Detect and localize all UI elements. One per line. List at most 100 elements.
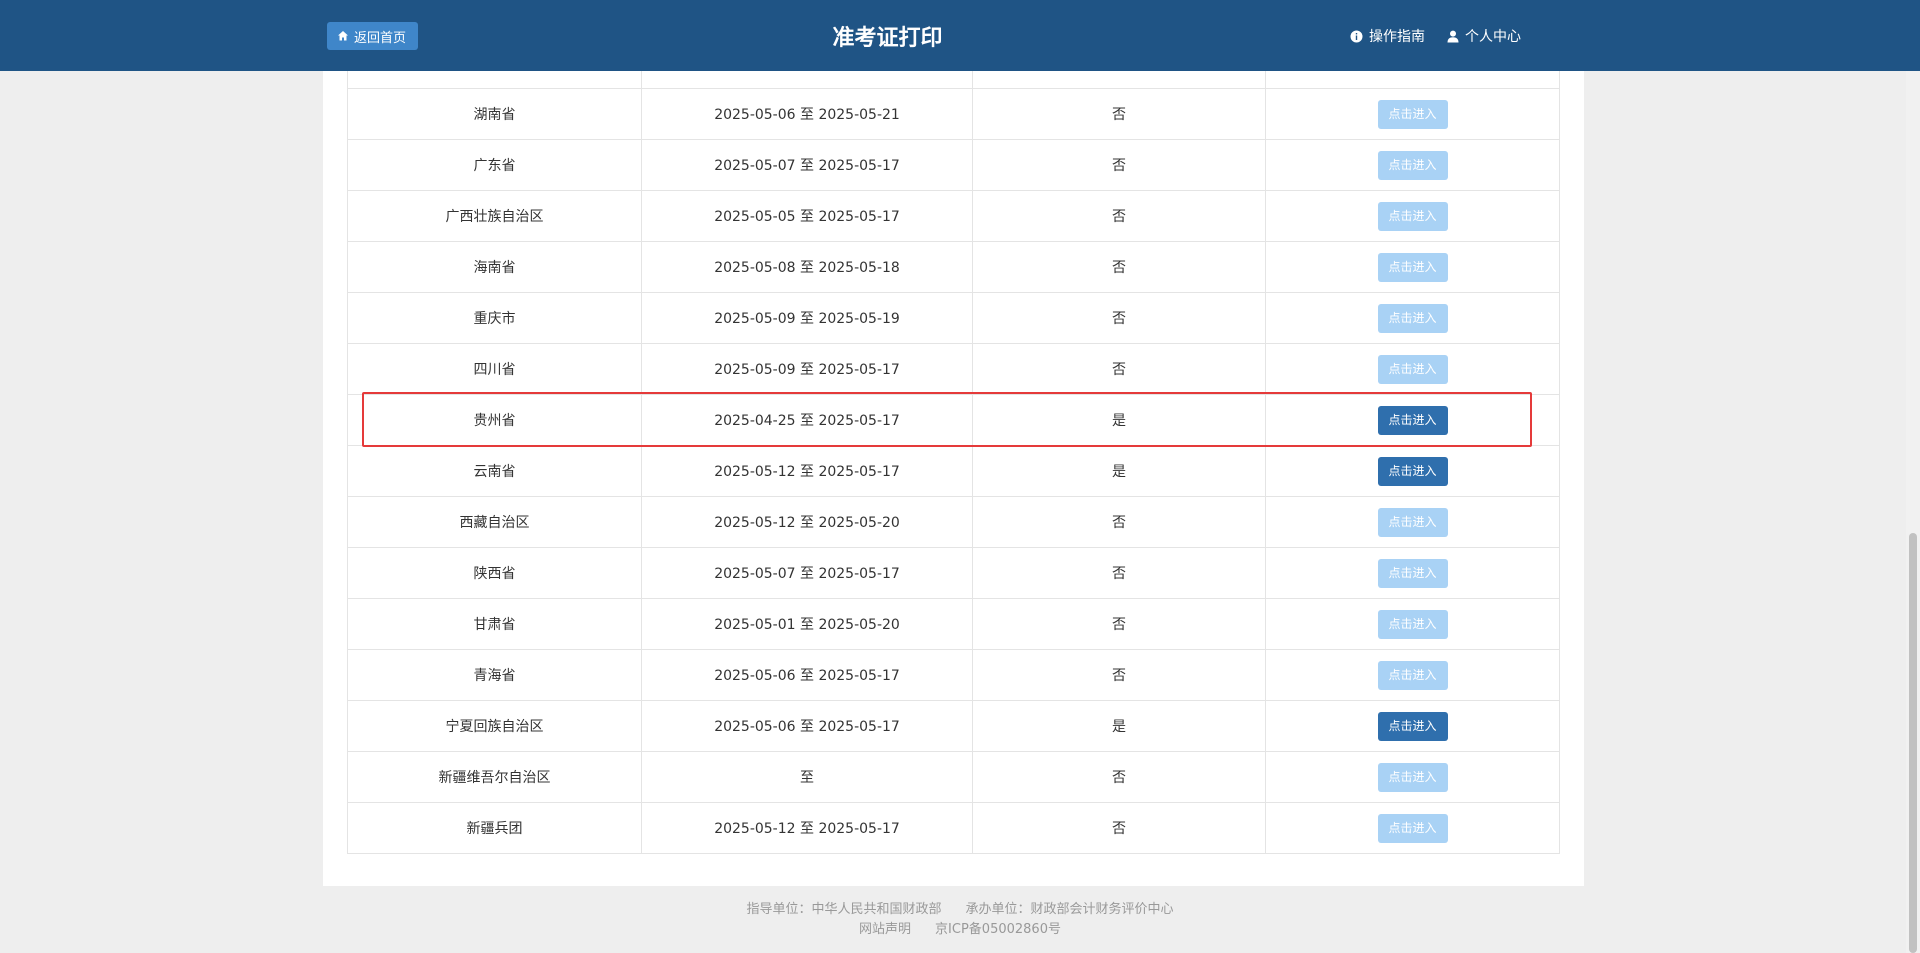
enter-button[interactable]: 点击进入 [1377, 150, 1448, 180]
action-cell: 点击进入 [1265, 241, 1560, 293]
enter-button[interactable]: 点击进入 [1377, 405, 1448, 435]
period-cell: 2025-05-09 至 2025-05-17 [641, 343, 973, 395]
enter-button[interactable]: 点击进入 [1377, 813, 1448, 843]
table-row: 云南省 2025-05-12 至 2025-05-17 是 点击进入 [347, 445, 1560, 497]
status-cell: 是 [972, 394, 1266, 446]
status-cell: 否 [972, 649, 1266, 701]
action-cell: 点击进入 [1265, 394, 1560, 446]
action-cell: 点击进入 [1265, 547, 1560, 599]
action-cell: 点击进入 [1265, 190, 1560, 242]
action-cell: 点击进入 [1265, 139, 1560, 191]
action-cell: 点击进入 [1265, 802, 1560, 854]
enter-button[interactable]: 点击进入 [1377, 99, 1448, 129]
province-cell: 青海省 [347, 649, 642, 701]
province-cell: 云南省 [347, 445, 642, 497]
province-table: 点击进入湖南省2025-05-06 至 2025-05-21否点击进入广东省20… [347, 40, 1560, 854]
footer-units: 指导单位：中华人民共和国财政部 承办单位：财政部会计财务评价中心 [0, 900, 1920, 920]
table-row: 湖南省 2025-05-06 至 2025-05-21 否 点击进入 [347, 88, 1560, 140]
table-row: 青海省 2025-05-06 至 2025-05-17 否 点击进入 [347, 649, 1560, 701]
period-cell: 2025-05-06 至 2025-05-17 [641, 649, 973, 701]
period-cell: 2025-05-09 至 2025-05-19 [641, 292, 973, 344]
action-cell: 点击进入 [1265, 343, 1560, 395]
table-row: 新疆兵团 2025-05-12 至 2025-05-17 否 点击进入 [347, 802, 1560, 854]
enter-button[interactable]: 点击进入 [1377, 354, 1448, 384]
guide-unit-text: 指导单位：中华人民共和国财政部 [746, 902, 942, 917]
header-links: 操作指南 个人中心 [1350, 24, 1521, 48]
personal-center-label: 个人中心 [1465, 29, 1521, 45]
province-cell: 四川省 [347, 343, 642, 395]
period-cell: 2025-05-01 至 2025-05-20 [641, 598, 973, 650]
table-row: 重庆市 2025-05-09 至 2025-05-19 否 点击进入 [347, 292, 1560, 344]
table-row: 海南省 2025-05-08 至 2025-05-18 否 点击进入 [347, 241, 1560, 293]
status-cell: 否 [972, 598, 1266, 650]
enter-button[interactable]: 点击进入 [1377, 762, 1448, 792]
enter-button[interactable]: 点击进入 [1377, 456, 1448, 486]
province-cell: 甘肃省 [347, 598, 642, 650]
statement-link[interactable]: 网站声明 [859, 922, 911, 937]
period-cell: 2025-05-08 至 2025-05-18 [641, 241, 973, 293]
province-cell: 宁夏回族自治区 [347, 700, 642, 752]
province-cell: 西藏自治区 [347, 496, 642, 548]
period-cell: 2025-05-07 至 2025-05-17 [641, 139, 973, 191]
table-row: 贵州省 2025-04-25 至 2025-05-17 是 点击进入 [347, 394, 1560, 446]
status-cell: 否 [972, 751, 1266, 803]
table-row: 四川省 2025-05-09 至 2025-05-17 否 点击进入 [347, 343, 1560, 395]
status-cell: 否 [972, 190, 1266, 242]
period-cell: 2025-05-07 至 2025-05-17 [641, 547, 973, 599]
province-cell: 湖南省 [347, 88, 642, 140]
top-bar: 返回首页 准考证打印 操作指南 个人中心 [0, 0, 1920, 71]
period-cell: 2025-04-25 至 2025-05-17 [641, 394, 973, 446]
status-cell: 否 [972, 292, 1266, 344]
guide-label: 操作指南 [1369, 29, 1425, 45]
status-cell: 是 [972, 445, 1266, 497]
footer-links: 网站声明 京ICP备05002860号 [0, 920, 1920, 940]
status-cell: 否 [972, 241, 1266, 293]
province-cell: 重庆市 [347, 292, 642, 344]
action-cell: 点击进入 [1265, 598, 1560, 650]
province-cell: 海南省 [347, 241, 642, 293]
table-row: 新疆维吾尔自治区至否 点击进入 [347, 751, 1560, 803]
period-cell: 2025-05-06 至 2025-05-21 [641, 88, 973, 140]
scrollbar-thumb[interactable] [1909, 533, 1917, 953]
host-unit-text: 承办单位：财政部会计财务评价中心 [965, 902, 1174, 917]
table-row: 广西壮族自治区 2025-05-05 至 2025-05-17 否 点击进入 [347, 190, 1560, 242]
enter-button[interactable]: 点击进入 [1377, 303, 1448, 333]
personal-center-link[interactable]: 个人中心 [1447, 26, 1521, 46]
enter-button[interactable]: 点击进入 [1377, 558, 1448, 588]
status-cell: 是 [972, 700, 1266, 752]
table-row: 广东省 2025-05-07 至 2025-05-17 否 点击进入 [347, 139, 1560, 191]
table-row: 甘肃省 2025-05-01 至 2025-05-20 否 点击进入 [347, 598, 1560, 650]
enter-button[interactable]: 点击进入 [1377, 711, 1448, 741]
enter-button[interactable]: 点击进入 [1377, 507, 1448, 537]
action-cell: 点击进入 [1265, 751, 1560, 803]
table-row: 西藏自治区 2025-05-12 至 2025-05-20 否 点击进入 [347, 496, 1560, 548]
content-panel: 点击进入湖南省2025-05-06 至 2025-05-21否点击进入广东省20… [323, 40, 1584, 886]
action-cell: 点击进入 [1265, 700, 1560, 752]
status-cell: 否 [972, 88, 1266, 140]
guide-link[interactable]: 操作指南 [1350, 26, 1425, 46]
enter-button[interactable]: 点击进入 [1377, 201, 1448, 231]
period-cell: 至 [641, 751, 973, 803]
icp-link[interactable]: 京ICP备05002860号 [935, 922, 1061, 937]
province-cell: 新疆兵团 [347, 802, 642, 854]
action-cell: 点击进入 [1265, 496, 1560, 548]
action-cell: 点击进入 [1265, 88, 1560, 140]
province-cell: 新疆维吾尔自治区 [347, 751, 642, 803]
province-cell: 贵州省 [347, 394, 642, 446]
province-cell: 广西壮族自治区 [347, 190, 642, 242]
province-cell: 陕西省 [347, 547, 642, 599]
enter-button[interactable]: 点击进入 [1377, 252, 1448, 282]
enter-button[interactable]: 点击进入 [1377, 660, 1448, 690]
province-cell: 广东省 [347, 139, 642, 191]
period-cell: 2025-05-12 至 2025-05-17 [641, 802, 973, 854]
info-icon [1350, 30, 1363, 43]
period-cell: 2025-05-12 至 2025-05-20 [641, 496, 973, 548]
action-cell: 点击进入 [1265, 649, 1560, 701]
period-cell: 2025-05-05 至 2025-05-17 [641, 190, 973, 242]
enter-button[interactable]: 点击进入 [1377, 609, 1448, 639]
status-cell: 否 [972, 343, 1266, 395]
status-cell: 否 [972, 139, 1266, 191]
status-cell: 否 [972, 547, 1266, 599]
footer: 指导单位：中华人民共和国财政部 承办单位：财政部会计财务评价中心 网站声明 京ICP… [0, 900, 1920, 940]
action-cell: 点击进入 [1265, 445, 1560, 497]
